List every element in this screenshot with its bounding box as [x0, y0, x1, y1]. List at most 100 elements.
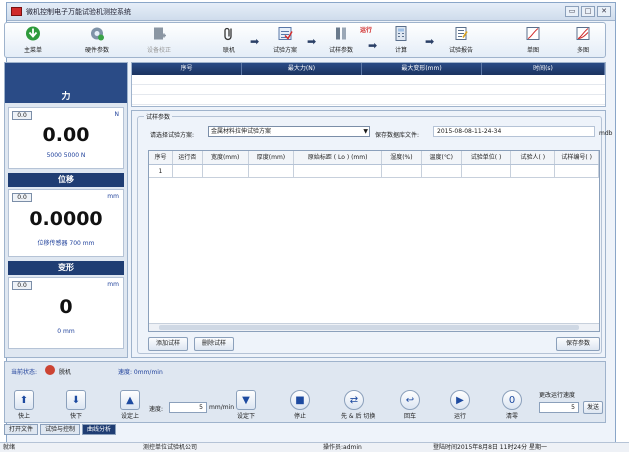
- results-row[interactable]: [132, 75, 605, 85]
- force-unit: N: [114, 111, 120, 118]
- file-name-field[interactable]: 2015-08-08-11-24-34: [433, 126, 595, 137]
- force-zero-button[interactable]: 0.0: [12, 111, 32, 120]
- save-params-button[interactable]: 保存参数: [556, 337, 600, 351]
- deformation-zero-button[interactable]: 0.0: [12, 281, 32, 290]
- tab-curve-analysis[interactable]: 曲线分析: [82, 424, 117, 435]
- table-row[interactable]: 1: [149, 165, 600, 178]
- scrollbar-thumb[interactable]: [159, 325, 579, 330]
- connect-button[interactable]: 联机: [211, 25, 247, 57]
- stop-button[interactable]: ■ 停止: [287, 390, 313, 420]
- test-plan-button[interactable]: 试验方案: [267, 25, 303, 57]
- plan-select[interactable]: 金属材料拉伸试验方案 ▼: [208, 126, 370, 137]
- cell-humidity[interactable]: [382, 165, 422, 177]
- fast-up-label: 快上: [17, 413, 30, 420]
- down-arrow-icon: [26, 26, 40, 41]
- test-params-button[interactable]: 试样参数: [323, 25, 359, 57]
- col-gauge-length: 原始标距 ( Lo ) (mm): [294, 151, 382, 164]
- results-row[interactable]: [132, 95, 605, 105]
- change-speed-label: 更改运行速度: [539, 392, 576, 399]
- test-params-label: 试样参数: [328, 47, 353, 54]
- close-button[interactable]: ✕: [597, 6, 611, 17]
- col-index: 序号: [149, 151, 173, 164]
- displacement-display: 0.0 mm 0.0000 位移传感器 700 mm: [8, 189, 124, 257]
- speed-input[interactable]: 5: [169, 402, 207, 413]
- connect-label: 联机: [222, 47, 235, 54]
- calculate-button[interactable]: 计算: [383, 25, 419, 57]
- clear-button[interactable]: 0 清零: [499, 390, 525, 420]
- app-icon: [11, 7, 22, 16]
- results-row[interactable]: [132, 85, 605, 95]
- speed-unit: mm/min: [209, 404, 235, 411]
- tab-open-file[interactable]: 打开文件: [4, 424, 39, 435]
- file-extension: mdb: [599, 130, 613, 137]
- cell-tester[interactable]: [511, 165, 556, 177]
- cell-thickness[interactable]: [249, 165, 295, 177]
- cell-specimen-no[interactable]: [555, 165, 600, 177]
- triangle-up-icon: ▲: [120, 390, 140, 410]
- device-calibration-button[interactable]: 设备校正: [141, 25, 177, 57]
- deformation-title: 变形: [8, 261, 124, 275]
- multi-chart-button[interactable]: 多图: [565, 25, 601, 57]
- flow-arrow-icon: ➡: [425, 35, 435, 48]
- status-label: 当前状态:: [11, 369, 38, 376]
- col-test-unit: 试验单位( ): [462, 151, 512, 164]
- play-icon: ▶: [450, 390, 470, 410]
- horizontal-scrollbar[interactable]: [149, 323, 599, 331]
- results-col-index: 序号: [132, 63, 242, 75]
- force-header: 力: [5, 63, 127, 103]
- flow-arrow-icon: ➡: [307, 35, 317, 48]
- col-width: 宽度(mm): [203, 151, 249, 164]
- status-login-time: 登陆时间2015年8月8日 11时24分 星期一: [433, 444, 547, 451]
- clear-label: 清零: [505, 413, 518, 420]
- displacement-zero-button[interactable]: 0.0: [12, 193, 32, 202]
- status-ready: 就绪: [3, 444, 16, 451]
- cell-run[interactable]: [173, 165, 203, 177]
- plan-select-value: 金属材料拉伸试验方案: [211, 128, 272, 135]
- set-up-button[interactable]: ▲ 设定上: [117, 390, 143, 420]
- plan-label: 请选择试验方案:: [150, 132, 195, 139]
- return-icon: ↩: [400, 390, 420, 410]
- main-menu-label: 主菜单: [23, 47, 42, 54]
- sensor-switch-button[interactable]: ⇄ 先 & 后 切换: [341, 390, 375, 420]
- add-specimen-button[interactable]: 添加试样: [148, 337, 188, 351]
- cell-gauge-length[interactable]: [294, 165, 382, 177]
- set-down-button[interactable]: ▼ 设定下: [233, 390, 259, 420]
- specimen-icon: [336, 27, 346, 40]
- send-button[interactable]: 发送: [583, 401, 603, 414]
- results-col-max-deformation: 最大变形(mm): [362, 63, 482, 75]
- hardware-params-button[interactable]: 硬件参数: [79, 25, 115, 57]
- return-button[interactable]: ↩ 回车: [397, 390, 423, 420]
- col-run: 运行否: [173, 151, 203, 164]
- main-menu-button[interactable]: 主菜单: [15, 25, 51, 57]
- specimen-group-title: 试样参数: [144, 112, 173, 121]
- calculate-label: 计算: [394, 47, 407, 54]
- status-company: 测控单位试验机公司: [143, 444, 198, 451]
- return-label: 回车: [403, 413, 416, 420]
- run-button[interactable]: ▶ 运行: [447, 390, 473, 420]
- title-bar: 微机控制电子万能试验机测控系统: [7, 3, 615, 21]
- tab-test-control[interactable]: 试验与控制: [40, 424, 81, 435]
- cell-width[interactable]: [203, 165, 249, 177]
- delete-specimen-button[interactable]: 删除试样: [194, 337, 234, 351]
- cell-test-unit[interactable]: [462, 165, 512, 177]
- paperclip-icon: [224, 27, 232, 41]
- col-thickness: 厚度(mm): [249, 151, 295, 164]
- maximize-button[interactable]: □: [581, 6, 595, 17]
- fast-up-button[interactable]: ⬆ 快上: [11, 390, 37, 420]
- minimize-button[interactable]: ▭: [565, 6, 579, 17]
- test-plan-label: 试验方案: [272, 47, 297, 54]
- document-add-icon: [154, 27, 166, 40]
- fast-down-button[interactable]: ⬇ 快下: [63, 390, 89, 420]
- set-up-label: 设定上: [120, 413, 139, 420]
- status-bar: 就绪 测控单位试验机公司 操作员:admin 登陆时间2015年8月8日 11时…: [0, 442, 629, 452]
- window-title: 微机控制电子万能试验机测控系统: [26, 7, 131, 16]
- col-temperature: 温度(℃): [422, 151, 462, 164]
- test-report-button[interactable]: 试验报告: [443, 25, 479, 57]
- set-down-label: 设定下: [236, 413, 255, 420]
- cell-temperature[interactable]: [422, 165, 462, 177]
- change-speed-input[interactable]: 5: [539, 402, 579, 413]
- deformation-unit: mm: [107, 281, 119, 288]
- col-specimen-no: 试样编号( ): [555, 151, 600, 164]
- single-chart-button[interactable]: 单图: [515, 25, 551, 57]
- hardware-params-label: 硬件参数: [84, 47, 109, 54]
